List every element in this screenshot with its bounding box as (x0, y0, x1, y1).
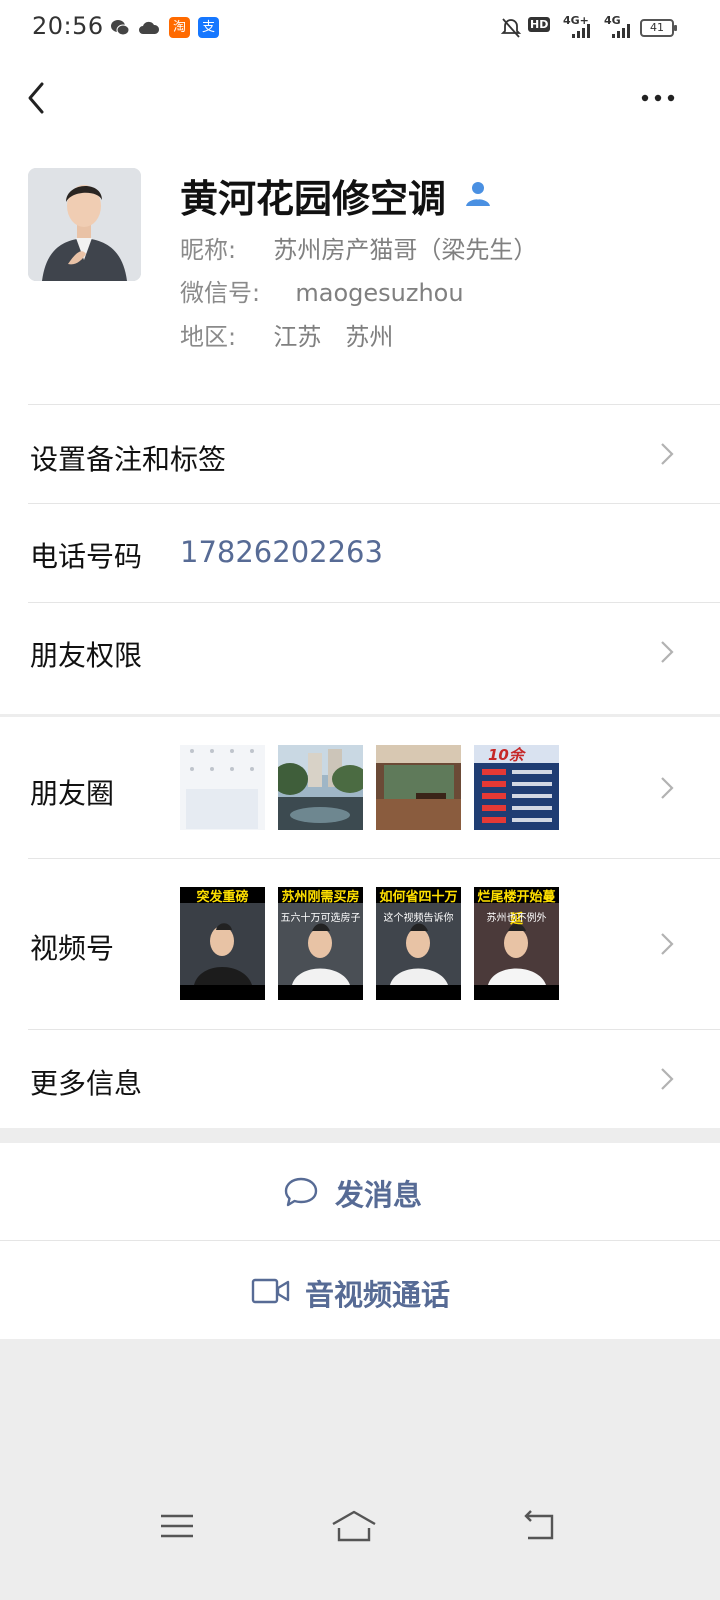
more-info-label: 更多信息 (30, 1067, 143, 1100)
phone-label: 电话号码 (30, 540, 143, 573)
channels-label: 视频号 (30, 932, 115, 965)
video-caption: 如何省四十万 (379, 890, 458, 905)
wechat-icon (111, 20, 130, 36)
video-caption: 突发重磅 (196, 890, 249, 905)
menu-icon[interactable] (157, 1508, 197, 1544)
more-info-row[interactable]: 更多信息 (0, 1030, 720, 1128)
friend-permissions-label: 朋友权限 (30, 639, 143, 672)
video-caption: 苏州刚需买房 (281, 890, 360, 905)
avatar-portrait-icon (28, 168, 141, 281)
divider (28, 503, 720, 504)
moments-row[interactable]: 朋友圈 10余 (0, 717, 720, 857)
channel-video-thumbnail: 如何省四十万 这个视频告诉你 (376, 887, 461, 1000)
taobao-icon: 淘 (169, 17, 190, 38)
back-nav-icon[interactable] (518, 1508, 558, 1544)
moments-thumbnail (180, 745, 265, 830)
wechat-id-line: 微信号: maogesuzhou (180, 273, 464, 308)
chevron-right-icon (661, 1068, 674, 1090)
signal-icon (572, 24, 590, 38)
wechat-id-label: 微信号: (180, 279, 261, 307)
contact-name: 黄河花园修空调 (180, 177, 447, 221)
nickname-line: 昵称: 苏州房产猫哥（梁先生） (180, 230, 537, 265)
video-subtitle: 五六十万可选房子 (280, 913, 361, 924)
chevron-right-icon (661, 641, 674, 663)
moments-label: 朋友圈 (30, 777, 115, 810)
home-icon[interactable] (330, 1508, 378, 1544)
nickname-value: 苏州房产猫哥（梁先生） (273, 236, 538, 264)
screenshot-thumb-icon (180, 745, 265, 830)
more-options-button[interactable] (636, 80, 680, 116)
send-message-button[interactable]: 发消息 (0, 1143, 720, 1240)
remark-tags-row[interactable]: 设置备注和标签 (0, 405, 720, 503)
channels-row[interactable]: 视频号 突发重磅 苏州刚需买房 五六十万可选房子 如何省四十万 这个视频告诉你 … (0, 859, 720, 1029)
friend-permissions-row[interactable]: 朋友权限 (0, 603, 720, 701)
audio-video-call-label: 音视频通话 (305, 1278, 451, 1312)
video-subtitle: 苏州也不例外 (486, 913, 547, 924)
moments-thumbnail (376, 745, 461, 830)
send-message-label: 发消息 (335, 1178, 423, 1212)
back-button[interactable] (18, 76, 58, 120)
garden-thumb-icon (278, 745, 363, 830)
chevron-right-icon (661, 777, 674, 799)
signal-icon (612, 24, 630, 38)
interior-thumb-icon (376, 745, 461, 830)
nickname-label: 昵称: (180, 236, 237, 264)
alipay-icon: 支 (198, 17, 219, 38)
channel-video-thumbnail: 苏州刚需买房 五六十万可选房子 (278, 887, 363, 1000)
status-bar: 20:56 淘 支 HD 4G+ 4G 41 (0, 0, 720, 56)
phone-number-link[interactable]: 17826202263 (180, 535, 383, 569)
region-label: 地区: (180, 323, 237, 351)
region-line: 地区: 江苏 苏州 (180, 317, 393, 352)
remark-tags-label: 设置备注和标签 (30, 443, 227, 476)
channel-video-thumbnail: 烂尾楼开始蔓延 苏州也不例外 (474, 887, 559, 1000)
contact-person-icon (466, 182, 490, 206)
channel-video-thumbnail: 突发重磅 (180, 887, 265, 1000)
audio-video-call-button[interactable]: 音视频通话 (0, 1241, 720, 1339)
cloud-icon (139, 21, 160, 34)
chat-bubble-icon (284, 1177, 318, 1207)
chevron-right-icon (661, 933, 674, 955)
moments-thumb-text: 10余 (488, 746, 524, 764)
hd-icon: HD (528, 17, 551, 32)
mute-bell-icon (500, 18, 522, 38)
moments-thumbnail (278, 745, 363, 830)
video-person-icon (180, 903, 265, 985)
video-camera-icon (251, 1278, 290, 1304)
video-subtitle: 这个视频告诉你 (383, 913, 454, 924)
status-time: 20:56 (32, 12, 104, 40)
moments-thumbnail: 10余 (474, 745, 559, 830)
avatar[interactable] (28, 168, 141, 281)
chevron-right-icon (661, 443, 674, 465)
battery-icon: 41 (640, 19, 677, 37)
region-value: 江苏 苏州 (273, 323, 394, 351)
wechat-id-value: maogesuzhou (295, 279, 464, 307)
